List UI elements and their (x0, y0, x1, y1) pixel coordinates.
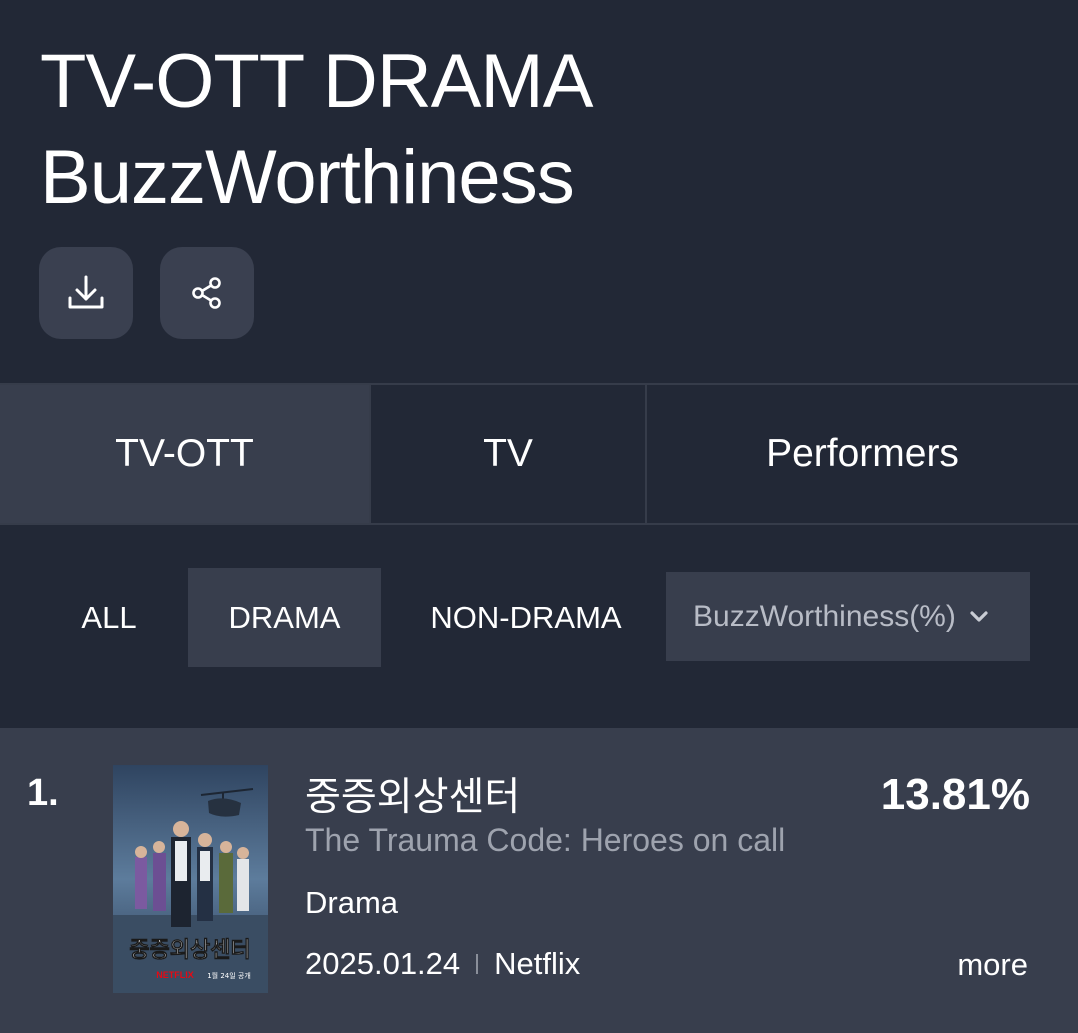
category-tabs: TV-OTT TV Performers (0, 383, 1078, 525)
tab-tv[interactable]: TV (369, 385, 645, 523)
show-platform: Netflix (494, 946, 581, 981)
filter-drama[interactable]: DRAMA (188, 568, 381, 667)
show-release-date: 2025.01.24 (305, 946, 461, 981)
tab-performers[interactable]: Performers (645, 385, 1078, 523)
filter-non-drama[interactable]: NON-DRAMA (416, 568, 636, 667)
meta-divider (476, 954, 479, 974)
page-title-line1: TV-OTT DRAMA (40, 39, 593, 124)
metric-select-value: BuzzWorthiness(%) (693, 599, 956, 633)
ranking-row[interactable]: 1. 중증외상센터 NETFLIX 1월 24일 공개 중증외상센터 The T… (0, 728, 1078, 1033)
tab-tv-ott[interactable]: TV-OTT (0, 385, 369, 523)
metric-select[interactable]: BuzzWorthiness(%) (666, 572, 1030, 661)
chevron-down-icon (968, 610, 990, 624)
page-title-line2: BuzzWorthiness (40, 135, 575, 220)
show-genre: Drama (305, 885, 399, 920)
rank-number: 1. (27, 772, 59, 814)
share-icon (192, 277, 221, 309)
share-button[interactable] (160, 247, 254, 339)
poster-illustration: 중증외상센터 NETFLIX 1월 24일 공개 (113, 765, 268, 993)
filter-all[interactable]: ALL (62, 568, 156, 667)
more-link[interactable]: more (957, 947, 1028, 983)
download-button[interactable] (39, 247, 133, 339)
show-korean-title[interactable]: 중증외상센터 (305, 766, 520, 822)
poster-image[interactable]: 중증외상센터 NETFLIX 1월 24일 공개 (113, 765, 268, 993)
show-english-title: The Trauma Code: Heroes on call (305, 822, 786, 858)
show-meta: 2025.01.24 Netflix (305, 946, 580, 982)
page: TV-OTT DRAMA BuzzWorthiness TV-OTT TV Pe… (0, 0, 1078, 1033)
buzz-score: 13.81% (880, 770, 1030, 819)
poster-brand-text: NETFLIX (156, 970, 194, 980)
poster-date-text: 1월 24일 공개 (207, 971, 251, 980)
poster-title-text: 중증외상센터 (129, 938, 250, 963)
page-title: TV-OTT DRAMA BuzzWorthiness (40, 34, 593, 226)
download-icon (68, 275, 104, 309)
